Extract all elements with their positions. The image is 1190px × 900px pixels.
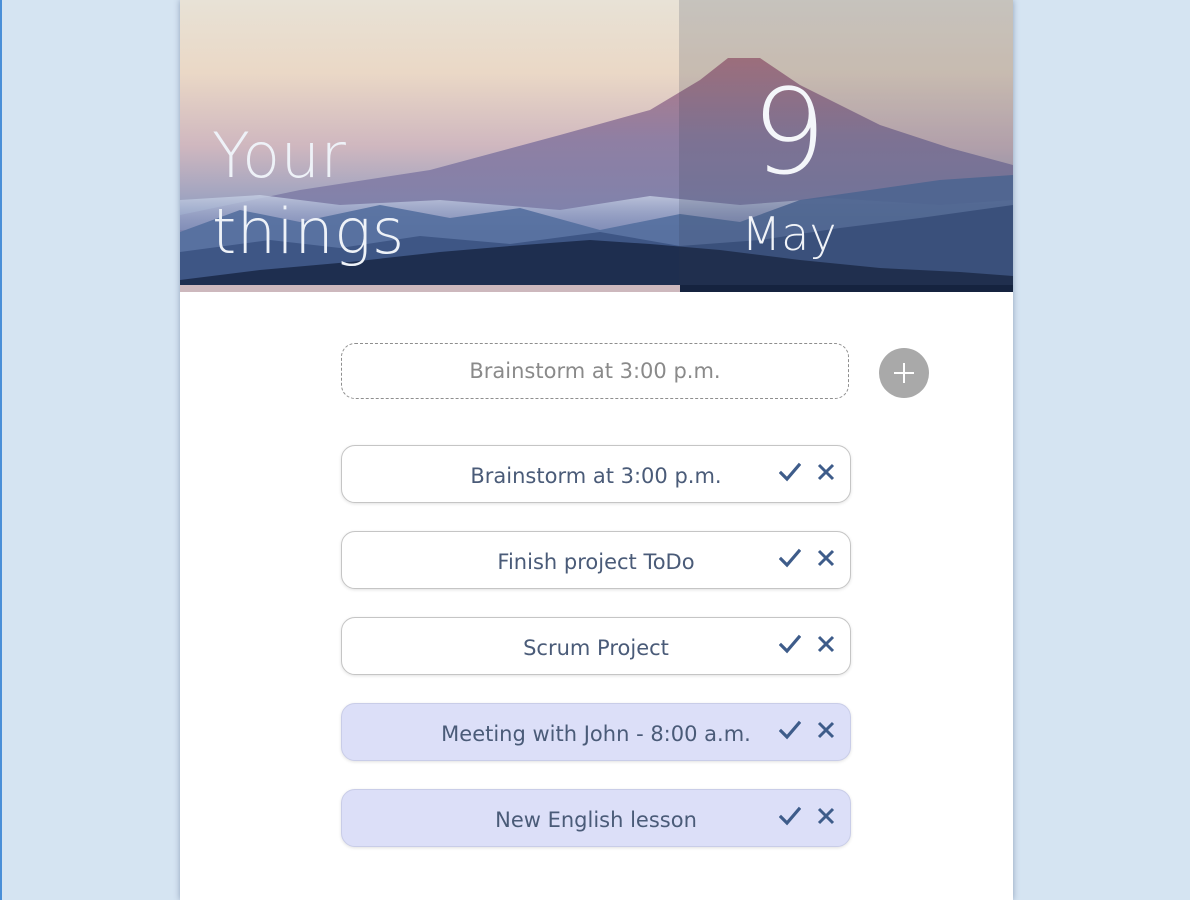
close-icon[interactable] <box>815 633 837 655</box>
plus-icon <box>894 363 914 383</box>
task-item[interactable]: New English lesson <box>341 789 851 847</box>
page-title-line1: Your <box>212 119 347 192</box>
page-title: Your things <box>212 118 405 270</box>
checkmark-icon[interactable] <box>779 547 801 569</box>
task-label: New English lesson <box>495 808 697 832</box>
checkmark-icon[interactable] <box>779 633 801 655</box>
task-item[interactable]: Scrum Project <box>341 617 851 675</box>
task-item[interactable]: Finish project ToDo <box>341 531 851 589</box>
header-banner: Your things 9 May <box>180 0 1013 292</box>
checkmark-icon[interactable] <box>779 461 801 483</box>
close-icon[interactable] <box>815 547 837 569</box>
close-icon[interactable] <box>815 805 837 827</box>
task-item[interactable]: Meeting with John - 8:00 a.m. <box>341 703 851 761</box>
task-label: Finish project ToDo <box>497 550 695 574</box>
date-month: May <box>741 207 837 261</box>
task-label: Meeting with John - 8:00 a.m. <box>441 722 751 746</box>
checkmark-icon[interactable] <box>779 805 801 827</box>
page-edge <box>0 0 2 900</box>
date-day: 9 <box>751 63 827 201</box>
close-icon[interactable] <box>815 461 837 483</box>
page-title-line2: things <box>212 195 405 268</box>
task-list: Brainstorm at 3:00 p.m. Finish project T… <box>341 445 851 875</box>
close-icon[interactable] <box>815 719 837 741</box>
task-label: Scrum Project <box>523 636 669 660</box>
progress-bar-fill <box>180 285 680 292</box>
progress-bar <box>180 285 1013 292</box>
checkmark-icon[interactable] <box>779 719 801 741</box>
new-task-input[interactable] <box>341 343 849 399</box>
todo-card: Your things 9 May Brainstorm at 3:00 p.m… <box>180 0 1013 900</box>
add-task-button[interactable] <box>879 348 929 398</box>
task-item[interactable]: Brainstorm at 3:00 p.m. <box>341 445 851 503</box>
task-label: Brainstorm at 3:00 p.m. <box>470 464 722 488</box>
